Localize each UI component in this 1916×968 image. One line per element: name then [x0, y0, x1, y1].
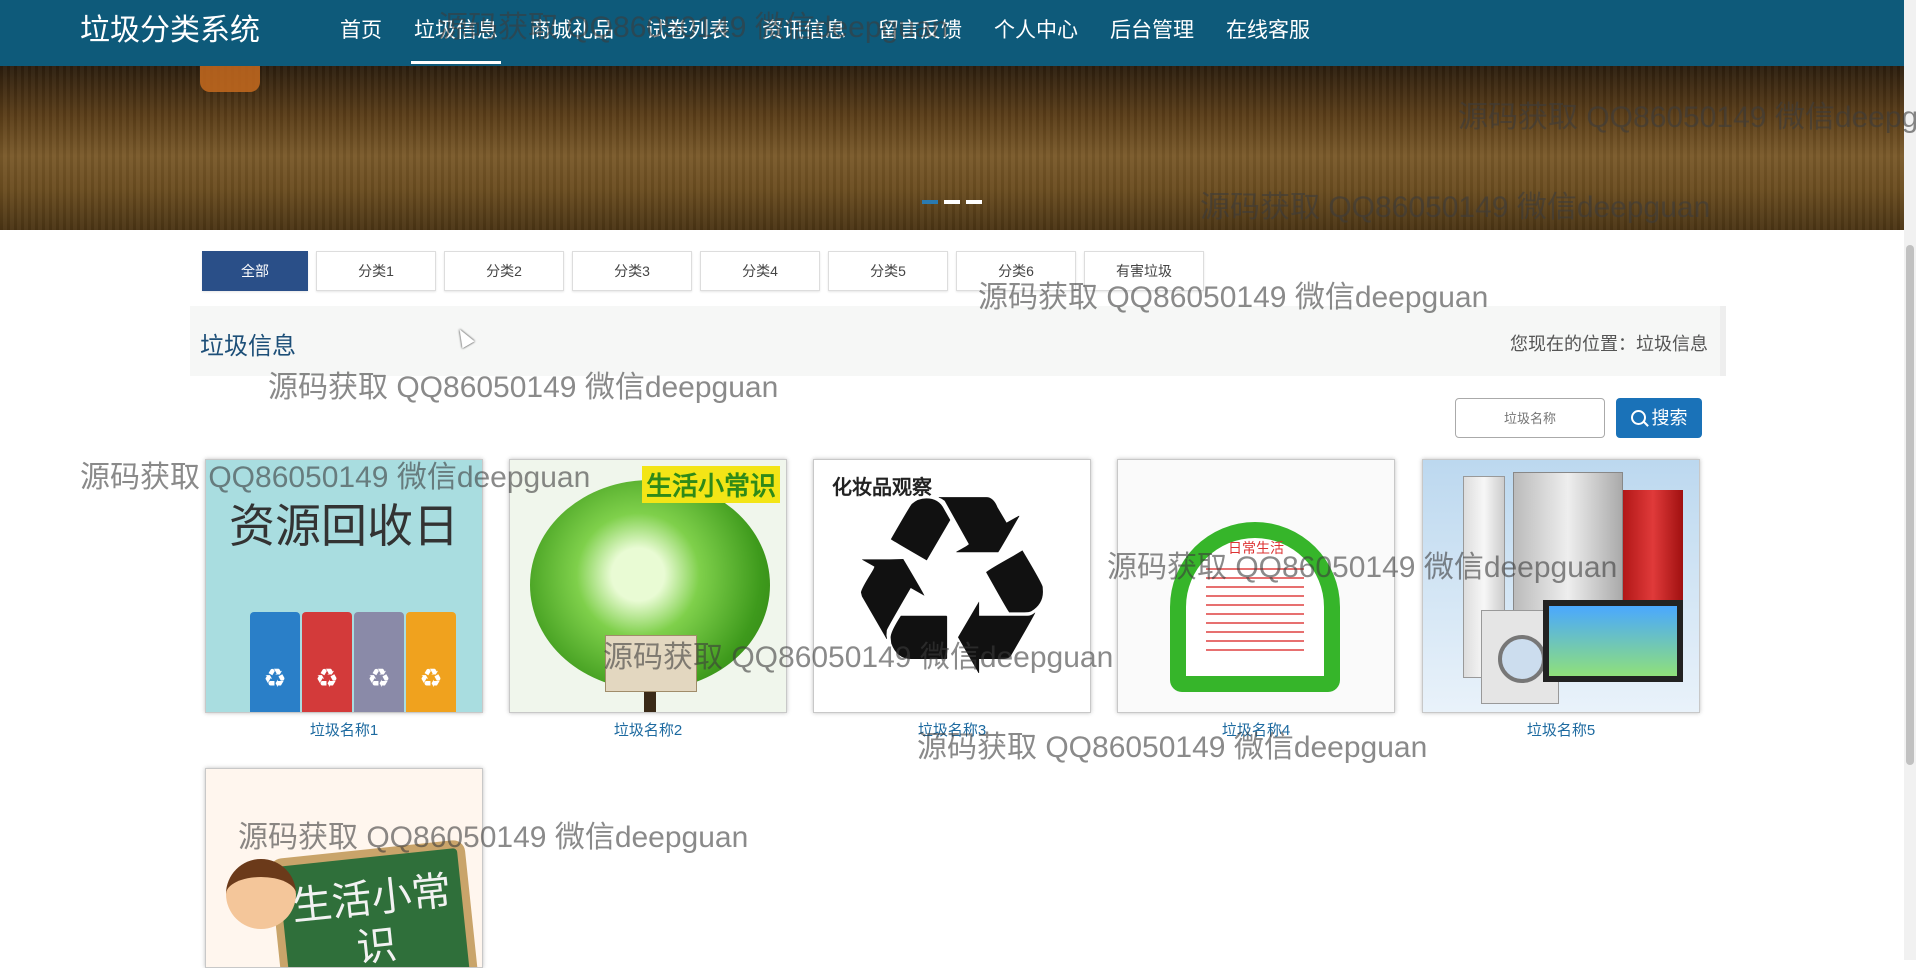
- top-navbar: 垃圾分类系统 首页 垃圾信息 商城礼品 试卷列表 资讯信息 留言反馈 个人中心 …: [0, 0, 1904, 66]
- filter-category-3[interactable]: 分类3: [572, 251, 692, 291]
- page-scrollbar[interactable]: [1904, 0, 1916, 960]
- product-image-text: 生活小常识: [641, 466, 780, 503]
- banner-dot-3[interactable]: [966, 200, 982, 204]
- nav-item-online-service[interactable]: 在线客服: [1211, 0, 1325, 62]
- product-image-text: 日常生活: [1228, 541, 1284, 557]
- nav-item-feedback[interactable]: 留言反馈: [863, 0, 977, 62]
- product-card-1[interactable]: 资源回收日: [205, 459, 483, 713]
- wooden-sign: [605, 635, 697, 692]
- search-icon: [1630, 410, 1646, 425]
- filter-hazardous[interactable]: 有害垃圾: [1084, 251, 1204, 291]
- product-name-1[interactable]: 垃圾名称1: [205, 719, 483, 740]
- product-name-4[interactable]: 垃圾名称4: [1117, 719, 1395, 740]
- filter-category-6[interactable]: 分类6: [956, 251, 1076, 291]
- chalkboard-graphic: 生活小常识: [268, 839, 480, 968]
- product-card-4[interactable]: 日常生活: [1117, 459, 1395, 713]
- product-card-6[interactable]: 生活小常识: [205, 768, 483, 968]
- product-name-5[interactable]: 垃圾名称5: [1422, 719, 1700, 740]
- product-name-3[interactable]: 垃圾名称3: [813, 719, 1091, 740]
- banner-pagination: [922, 200, 982, 204]
- product-card-5[interactable]: [1422, 459, 1700, 713]
- recycle-bin-blue: [250, 612, 300, 712]
- product-image-text: 资源回收日: [229, 499, 459, 553]
- nav-item-news[interactable]: 资讯信息: [747, 0, 861, 62]
- site-brand[interactable]: 垃圾分类系统: [80, 0, 260, 62]
- search-button[interactable]: 搜索: [1616, 398, 1702, 438]
- filter-category-1[interactable]: 分类1: [316, 251, 436, 291]
- section-header: 垃圾信息 您现在的位置：垃圾信息: [190, 306, 1726, 376]
- product-card-3[interactable]: ♻ 化妆品观察: [813, 459, 1091, 713]
- banner-lamp: [200, 66, 260, 92]
- product-image-text: 化妆品观察: [832, 475, 932, 499]
- filter-category-4[interactable]: 分类4: [700, 251, 820, 291]
- category-filter-bar: 全部 分类1 分类2 分类3 分类4 分类5 分类6 有害垃圾: [202, 251, 1204, 291]
- arch-text-lines: [1206, 568, 1304, 656]
- product-card-2[interactable]: 生活小常识: [509, 459, 787, 713]
- search-button-label: 搜索: [1651, 408, 1688, 428]
- filter-category-2[interactable]: 分类2: [444, 251, 564, 291]
- recycle-bin-gray: [354, 612, 404, 712]
- breadcrumb: 您现在的位置：垃圾信息: [1510, 334, 1708, 354]
- banner-dot-1[interactable]: [922, 200, 938, 204]
- nav-item-mall-gifts[interactable]: 商城礼品: [515, 0, 629, 62]
- tv-image: [1543, 600, 1683, 682]
- filter-category-5[interactable]: 分类5: [828, 251, 948, 291]
- filter-all[interactable]: 全部: [202, 251, 308, 291]
- banner-dot-2[interactable]: [944, 200, 960, 204]
- search-input[interactable]: [1455, 398, 1605, 438]
- banner-texture: [0, 66, 1904, 230]
- nav-item-exam-list[interactable]: 试卷列表: [631, 0, 745, 62]
- cartoon-kid: [226, 859, 296, 929]
- page-title: 垃圾信息: [200, 333, 296, 360]
- scrollbar-thumb[interactable]: [1906, 245, 1914, 765]
- nav-item-admin[interactable]: 后台管理: [1095, 0, 1209, 62]
- nav-item-personal-center[interactable]: 个人中心: [979, 0, 1093, 62]
- hero-banner: [0, 66, 1904, 230]
- main-menu: 首页 垃圾信息 商城礼品 试卷列表 资讯信息 留言反馈 个人中心 后台管理 在线…: [325, 0, 1327, 66]
- product-name-2[interactable]: 垃圾名称2: [509, 719, 787, 740]
- recycle-bin-yellow: [406, 612, 456, 712]
- nav-item-garbage-info[interactable]: 垃圾信息: [399, 0, 513, 64]
- recycle-bin-red: [302, 612, 352, 712]
- product-image-text: 生活小常识: [289, 867, 454, 968]
- nav-item-home[interactable]: 首页: [325, 0, 397, 62]
